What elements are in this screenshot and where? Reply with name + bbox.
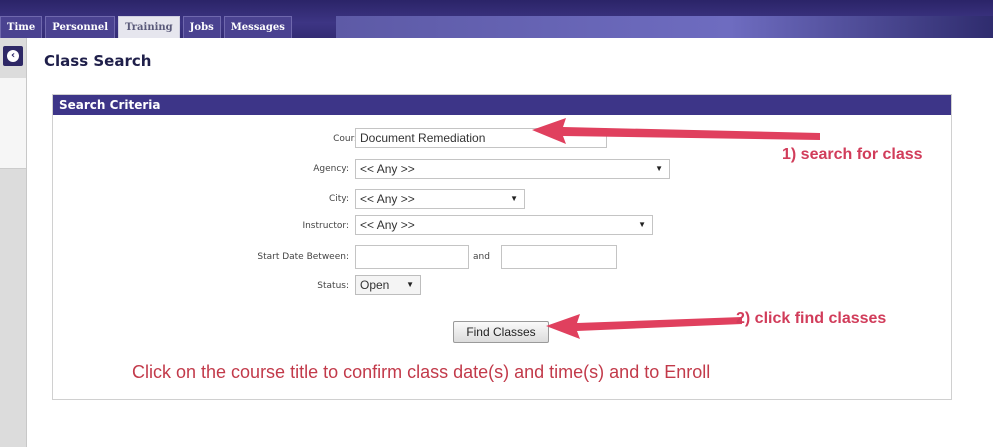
dropdown-arrow-icon: ▼ [638, 220, 646, 229]
status-select[interactable]: Open ▼ [355, 275, 421, 295]
panel-header: Search Criteria [53, 95, 951, 115]
dropdown-arrow-icon: ▼ [655, 164, 663, 173]
dropdown-arrow-icon: ▼ [510, 194, 518, 203]
tab-messages[interactable]: Messages [223, 16, 292, 38]
find-classes-button[interactable]: Find Classes [453, 321, 549, 343]
city-value: << Any >> [360, 192, 415, 206]
top-navigation-bar: Time Personnel Training Jobs Messages [0, 0, 993, 38]
course-name-input[interactable]: Document Remediation [355, 128, 607, 148]
rail-panel [0, 78, 26, 169]
start-date-to-input[interactable] [501, 245, 617, 269]
tab-time[interactable]: Time [0, 16, 43, 38]
tab-bar-fill [336, 16, 993, 38]
instructor-select[interactable]: << Any >> ▼ [355, 215, 653, 235]
nav-tabs: Time Personnel Training Jobs Messages [0, 16, 295, 38]
dropdown-arrow-icon: ▼ [406, 280, 414, 289]
status-label: Status: [317, 281, 349, 291]
tab-training[interactable]: Training [118, 16, 180, 38]
status-value: Open [360, 278, 390, 292]
agency-value: << Any >> [360, 162, 415, 176]
agency-select[interactable]: << Any >> ▼ [355, 159, 670, 179]
start-date-label: Start Date Between: [257, 252, 349, 262]
search-criteria-panel: Search Criteria Course Name: Document Re… [52, 94, 952, 400]
tab-personnel[interactable]: Personnel [45, 16, 116, 38]
collapse-arrow-icon: ‹ [7, 50, 19, 62]
agency-label: Agency: [313, 164, 349, 174]
start-date-from-input[interactable] [355, 245, 469, 269]
tab-jobs[interactable]: Jobs [182, 16, 221, 38]
instructor-label: Instructor: [302, 221, 349, 231]
annotation-step-1: 1) search for class [782, 146, 923, 163]
city-select[interactable]: << Any >> ▼ [355, 189, 525, 209]
page-title: Class Search [44, 52, 152, 70]
and-label: and [473, 252, 490, 262]
left-rail: ‹ [0, 38, 27, 447]
collapse-button[interactable]: ‹ [3, 46, 23, 66]
instructor-value: << Any >> [360, 218, 415, 232]
city-label: City: [328, 194, 349, 204]
annotation-step-2: 2) click find classes [736, 310, 887, 327]
enroll-instruction: Click on the course title to confirm cla… [132, 362, 711, 382]
